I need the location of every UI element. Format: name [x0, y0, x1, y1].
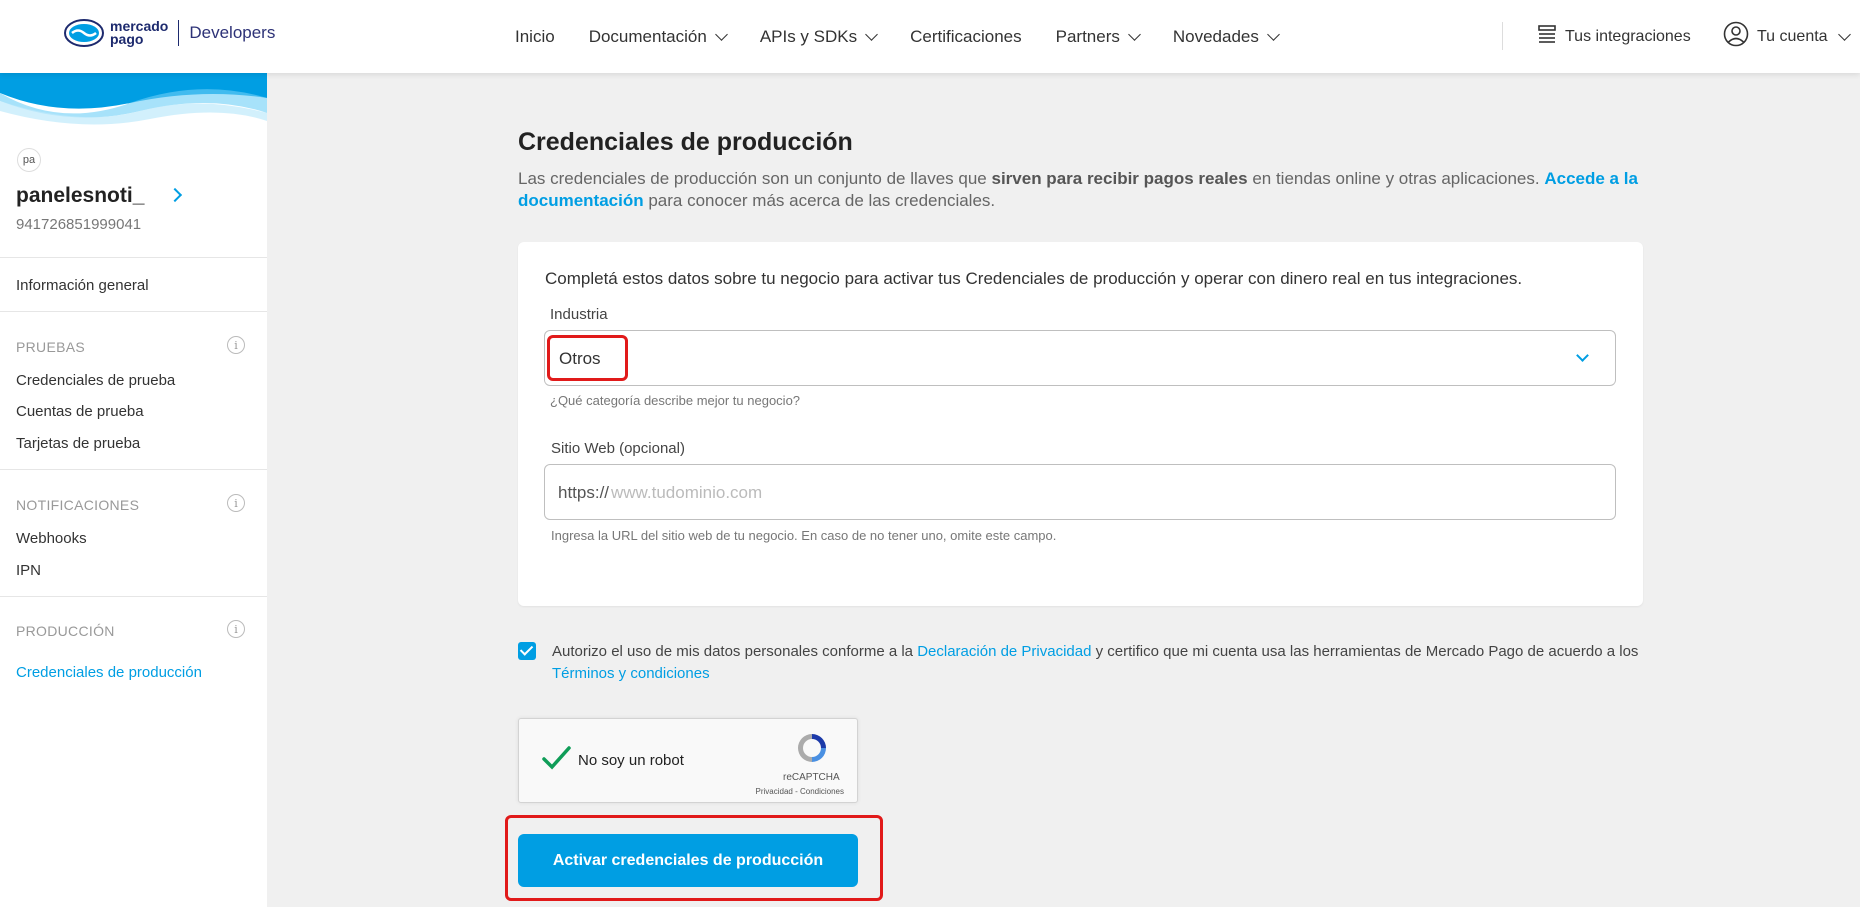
integrations-link[interactable]: Tus integraciones [1537, 0, 1691, 73]
info-icon[interactable]: i [227, 494, 245, 512]
info-icon[interactable]: i [227, 620, 245, 638]
sidebar-section-notificaciones: NOTIFICACIONES [16, 497, 140, 513]
sidebar-item-credenciales-produccion[interactable]: Credenciales de producción [16, 664, 202, 681]
business-data-card: Completá estos datos sobre tu negocio pa… [518, 242, 1643, 606]
recaptcha-brand: reCAPTCHA [783, 772, 840, 783]
nav-label: Certificaciones [910, 26, 1022, 46]
desc-text: en tiendas online y otras aplicaciones. [1247, 169, 1545, 188]
sidebar-item-tarjetas-prueba[interactable]: Tarjetas de prueba [16, 435, 140, 452]
top-navigation-bar: mercado pago Developers Inicio Documenta… [0, 0, 1860, 73]
nav-documentacion[interactable]: Documentación [588, 26, 728, 47]
logo-wordmark: mercado pago [110, 19, 168, 47]
desc-emphasis: sirven para recibir pagos reales [991, 169, 1248, 188]
consent-part: y certifico que mi cuenta usa las herram… [1091, 643, 1639, 660]
nav-novedades[interactable]: Novedades [1172, 26, 1280, 47]
nav-label: Partners [1055, 26, 1120, 46]
sidebar-divider [0, 596, 267, 597]
sidebar-divider [0, 257, 267, 258]
chevron-down-icon [1837, 28, 1851, 41]
sidebar-divider [0, 311, 267, 312]
nav-label: Inicio [515, 26, 555, 46]
terms-link[interactable]: Términos y condiciones [552, 665, 710, 682]
sidebar-item-informacion-general[interactable]: Información general [16, 277, 149, 294]
industry-help-text: ¿Qué categoría describe mejor tu negocio… [550, 393, 801, 408]
recaptcha-logo-icon [798, 734, 826, 762]
logo-line2: pago [110, 31, 144, 47]
chevron-down-icon [865, 28, 878, 41]
industry-label: Industria [550, 306, 608, 323]
logo-divider [178, 20, 180, 46]
nav-label: Documentación [588, 26, 707, 46]
page-title: Credenciales de producción [518, 128, 853, 156]
integrations-label: Tus integraciones [1565, 27, 1691, 45]
desc-text: Las credenciales de producción son un co… [518, 169, 992, 188]
consent-text: Autorizo el uso de mis datos personales … [552, 641, 1647, 685]
nav-apis-sdks[interactable]: APIs y SDKs [759, 26, 878, 47]
chevron-down-icon [1576, 349, 1589, 362]
form-intro: Completá estos datos sobre tu negocio pa… [545, 269, 1523, 288]
sidebar-item-ipn[interactable]: IPN [16, 562, 41, 579]
header-divider [1502, 22, 1503, 50]
nav-certificaciones[interactable]: Certificaciones [910, 27, 1022, 47]
chevron-down-icon [1267, 28, 1280, 41]
website-placeholder: www.tudominio.com [611, 483, 763, 502]
website-label: Sitio Web (opcional) [551, 440, 685, 457]
sidebar-item-webhooks[interactable]: Webhooks [16, 530, 87, 547]
main-nav: Inicio Documentación APIs y SDKs Certifi… [515, 0, 1280, 73]
consent-part: Autorizo el uso de mis datos personales … [552, 643, 918, 660]
info-icon[interactable]: i [227, 336, 245, 354]
sidebar-section-pruebas: PRUEBAS [16, 339, 86, 355]
nav-inicio[interactable]: Inicio [515, 27, 555, 47]
industry-selected-value: Otros [559, 349, 601, 368]
nav-label: Novedades [1172, 26, 1259, 46]
recaptcha-widget[interactable]: No soy un robot reCAPTCHA Privacidad - C… [518, 718, 858, 803]
chevron-down-icon [1128, 28, 1141, 41]
website-input[interactable]: https:// www.tudominio.com [544, 464, 1616, 520]
page-description: Las credenciales de producción son un co… [518, 168, 1643, 212]
chevron-down-icon [714, 28, 728, 41]
handshake-logo-icon [64, 18, 104, 48]
sidebar-section-produccion: PRODUCCIÓN [16, 623, 115, 639]
sidebar-item-credenciales-prueba[interactable]: Credenciales de prueba [16, 372, 175, 389]
consent-checkbox[interactable] [518, 642, 536, 660]
mercado-pago-logo[interactable]: mercado pago Developers [64, 18, 275, 48]
app-avatar: pa [17, 148, 41, 172]
sidebar-wave-decoration [0, 73, 267, 125]
recaptcha-label: No soy un robot [578, 752, 684, 769]
nav-label: APIs y SDKs [759, 26, 858, 46]
checkmark-icon [542, 746, 571, 770]
logo-product-name: Developers [189, 23, 276, 42]
desc-text: para conocer más acerca de las credencia… [643, 191, 996, 210]
list-icon [1537, 24, 1557, 49]
website-help-text: Ingresa la URL del sitio web de tu negoc… [551, 528, 1057, 543]
account-label: Tu cuenta [1757, 27, 1828, 45]
sidebar-divider [0, 469, 267, 470]
account-menu[interactable]: Tu cuenta [1723, 0, 1851, 73]
app-id: 941726851999041 [16, 216, 142, 233]
website-prefix: https:// [558, 483, 610, 502]
industry-select[interactable]: Otros [544, 330, 1616, 386]
app-name: panelesnoti_ [16, 184, 145, 207]
activate-production-credentials-button[interactable]: Activar credenciales de producción [518, 834, 858, 887]
user-avatar-icon [1723, 21, 1749, 52]
privacy-link[interactable]: Declaración de Privacidad [917, 643, 1091, 660]
recaptcha-links[interactable]: Privacidad - Condiciones [744, 787, 845, 796]
nav-partners[interactable]: Partners [1055, 26, 1141, 47]
sidebar-item-cuentas-prueba[interactable]: Cuentas de prueba [16, 403, 144, 420]
